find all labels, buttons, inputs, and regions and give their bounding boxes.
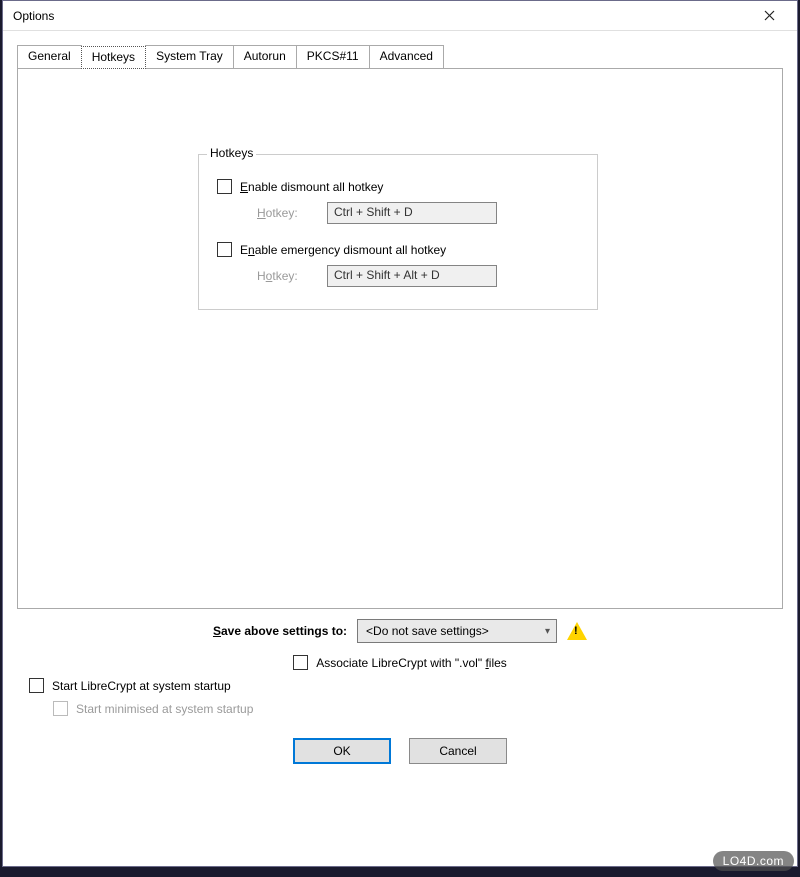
dismount-hotkey-input[interactable]: Ctrl + Shift + D (327, 202, 497, 224)
content-area: General Hotkeys System Tray Autorun PKCS… (3, 31, 797, 866)
save-settings-dropdown[interactable]: <Do not save settings> ▾ (357, 619, 557, 643)
startup-checkbox[interactable] (29, 678, 44, 693)
tab-pkcs11[interactable]: PKCS#11 (296, 45, 370, 68)
ok-button[interactable]: OK (293, 738, 391, 764)
emergency-hotkey-label: Hotkey: (257, 269, 317, 283)
lower-panel: Save above settings to: <Do not save set… (17, 619, 783, 764)
button-row: OK Cancel (17, 738, 783, 764)
start-minimised-checkbox (53, 701, 68, 716)
startup-label: Start LibreCrypt at system startup (52, 679, 231, 693)
tab-general[interactable]: General (17, 45, 82, 68)
startup-row: Start LibreCrypt at system startup (29, 678, 783, 693)
associate-row: Associate LibreCrypt with ".vol" files (17, 655, 783, 670)
watermark: LO4D.com (713, 851, 794, 871)
hotkeys-groupbox: Hotkeys Enable dismount all hotkey Hotke… (198, 154, 598, 310)
chevron-down-icon: ▾ (545, 626, 550, 637)
save-settings-label: Save above settings to: (213, 624, 347, 638)
title-bar: Options (3, 1, 797, 31)
options-dialog: Options General Hotkeys System Tray Auto… (2, 0, 798, 867)
start-minimised-row: Start minimised at system startup (53, 701, 783, 716)
save-settings-row: Save above settings to: <Do not save set… (17, 619, 783, 643)
tab-strip: General Hotkeys System Tray Autorun PKCS… (17, 45, 783, 69)
emergency-hotkey-row: Hotkey: Ctrl + Shift + Alt + D (217, 265, 579, 287)
save-settings-value: <Do not save settings> (366, 624, 489, 638)
enable-emergency-label: Enable emergency dismount all hotkey (240, 243, 446, 257)
close-icon (764, 10, 775, 21)
start-minimised-label: Start minimised at system startup (76, 702, 253, 716)
tab-advanced[interactable]: Advanced (369, 45, 444, 68)
warning-icon (567, 622, 587, 640)
cancel-button[interactable]: Cancel (409, 738, 507, 764)
tab-hotkeys[interactable]: Hotkeys (81, 46, 146, 69)
tab-page-hotkeys: Hotkeys Enable dismount all hotkey Hotke… (17, 69, 783, 609)
enable-emergency-checkbox[interactable] (217, 242, 232, 257)
tab-autorun[interactable]: Autorun (233, 45, 297, 68)
enable-emergency-row: Enable emergency dismount all hotkey (217, 242, 579, 257)
tab-system-tray[interactable]: System Tray (145, 45, 234, 68)
enable-dismount-label: Enable dismount all hotkey (240, 180, 383, 194)
enable-dismount-checkbox[interactable] (217, 179, 232, 194)
dismount-hotkey-row: Hotkey: Ctrl + Shift + D (217, 202, 579, 224)
associate-label: Associate LibreCrypt with ".vol" files (316, 656, 507, 670)
dismount-hotkey-label: Hotkey: (257, 206, 317, 220)
close-button[interactable] (749, 2, 789, 30)
emergency-hotkey-input[interactable]: Ctrl + Shift + Alt + D (327, 265, 497, 287)
groupbox-legend: Hotkeys (207, 146, 256, 160)
associate-checkbox[interactable] (293, 655, 308, 670)
window-title: Options (13, 9, 54, 23)
enable-dismount-row: Enable dismount all hotkey (217, 179, 579, 194)
